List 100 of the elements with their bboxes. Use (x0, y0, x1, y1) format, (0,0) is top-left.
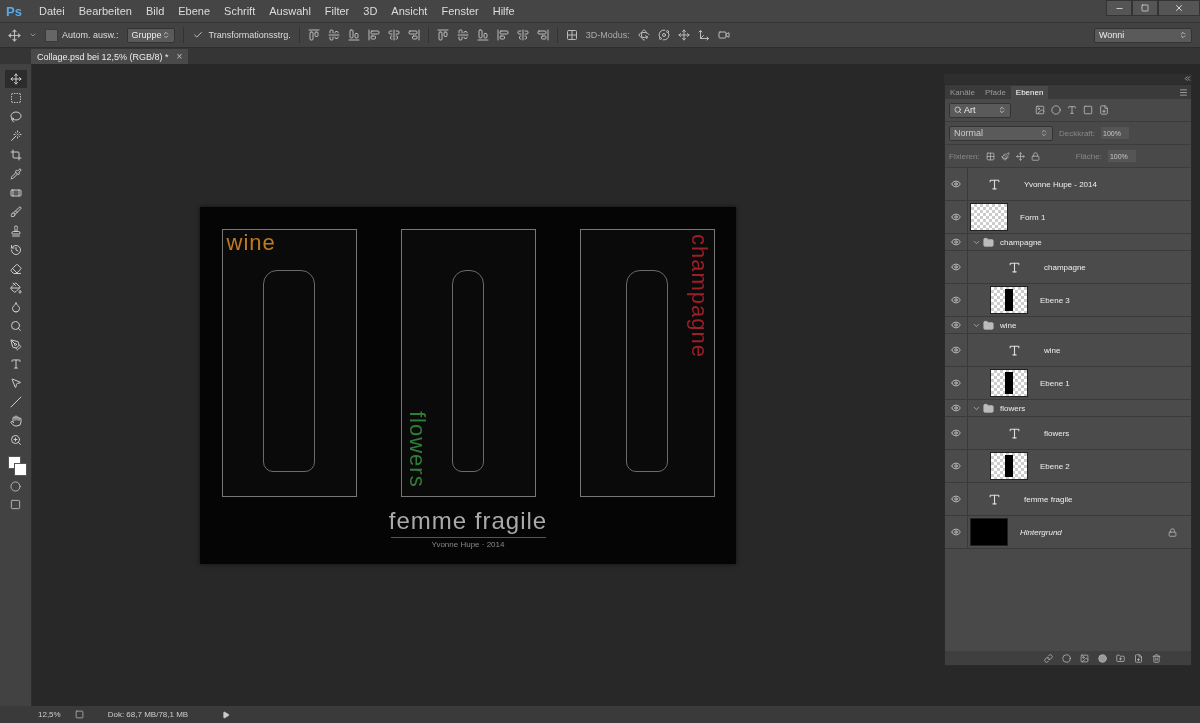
close-tab-button[interactable]: × (176, 51, 183, 62)
close-icon (1174, 3, 1184, 13)
shape-filter-icon[interactable] (1083, 105, 1093, 115)
layer-thumbnail (990, 452, 1028, 480)
panel-menu-icon[interactable] (1179, 87, 1188, 97)
layer-row[interactable]: Ebene 1 (945, 367, 1191, 400)
collage-title: femme fragile (388, 506, 548, 535)
lock-transparency-icon[interactable] (985, 151, 995, 161)
orbit-icon[interactable] (657, 29, 670, 41)
screen-mode-icon[interactable] (10, 499, 21, 510)
layer-row[interactable]: Hintergrund (945, 516, 1191, 549)
folder-icon (983, 236, 994, 248)
layer-row[interactable]: Ebene 3 (945, 284, 1191, 317)
smart-object-filter-icon[interactable] (1099, 105, 1109, 115)
workspace-select[interactable]: Wonni (1094, 27, 1192, 43)
menu-item[interactable]: Auswahl (262, 5, 318, 17)
layer-row[interactable]: champagne (945, 234, 1191, 251)
slide-3d-icon[interactable] (697, 29, 710, 41)
auto-align-icon[interactable] (565, 29, 578, 41)
lock-paint-icon[interactable] (1000, 151, 1010, 161)
transform-checkbox[interactable]: Transformationsstrg. (191, 28, 291, 42)
blend-mode-select[interactable]: Normal (949, 125, 1053, 141)
menu-item[interactable]: Filter (317, 5, 357, 17)
filter-select[interactable]: Art (949, 102, 1011, 118)
move-tool-icon[interactable] (4, 70, 27, 88)
checkmark-icon (193, 30, 204, 40)
layer-name: Yvonne Hupe - 2014 (1024, 179, 1097, 189)
panel-caption: flowers (403, 410, 430, 488)
panel-caption: wine (226, 229, 276, 256)
align-icon[interactable] (327, 29, 340, 41)
panel-tab[interactable]: Ebenen (1010, 86, 1049, 99)
rotate-3d-icon[interactable] (637, 29, 650, 41)
spinner-arrows-icon (998, 106, 1006, 114)
layer-row[interactable]: wine (945, 334, 1191, 367)
align-icon[interactable] (407, 29, 420, 41)
distribute-icon[interactable] (536, 29, 549, 41)
layer-row[interactable]: Ebene 2 (945, 450, 1191, 483)
text-layer-icon (1007, 343, 1021, 357)
layer-thumbnail (990, 369, 1028, 397)
quick-mask-icon[interactable] (10, 481, 21, 492)
distribute-icon[interactable] (456, 29, 469, 41)
layer-row[interactable]: champagne (945, 251, 1191, 284)
auto-select-checkbox[interactable]: Autom. ausw.: (45, 28, 119, 42)
distribute-icon[interactable] (516, 29, 529, 41)
menu-item[interactable]: Fenster (434, 5, 486, 17)
layer-row[interactable]: Yvonne Hupe - 2014 (945, 168, 1191, 201)
target-select[interactable]: Gruppe (126, 27, 175, 43)
menu-item[interactable]: Ansicht (384, 5, 435, 17)
adjustment-icon[interactable] (1098, 653, 1107, 663)
image-filter-icon[interactable] (1035, 105, 1045, 115)
layer-name: Hintergrund (1020, 527, 1062, 537)
lock-position-icon[interactable] (1015, 151, 1025, 161)
adjustment-filter-icon[interactable] (1051, 105, 1061, 115)
layer-name: Ebene 1 (1040, 378, 1070, 388)
link-icon[interactable] (1044, 653, 1053, 663)
caret-icon[interactable] (29, 31, 37, 39)
new-layer-icon[interactable] (1134, 653, 1143, 663)
layer-name: champagne (1000, 237, 1042, 247)
layer-name: Form 1 (1020, 212, 1046, 222)
collage-subtitle: Yvonne Hupe · 2014 (431, 539, 505, 549)
menu-item[interactable]: Schrift (217, 5, 263, 17)
color-swatches[interactable] (5, 454, 26, 476)
panel-tab[interactable]: Kanäle (945, 86, 980, 99)
panel-caption: champagne (685, 233, 712, 358)
camera-icon[interactable] (717, 29, 730, 41)
layer-row[interactable]: flowers (945, 400, 1191, 417)
layer-row[interactable]: femme fragile (945, 483, 1191, 516)
layer-row[interactable]: wine (945, 317, 1191, 334)
align-icon[interactable] (367, 29, 380, 41)
align-icon[interactable] (307, 29, 320, 41)
menu-item[interactable]: Ebene (171, 5, 218, 17)
text-layer-icon (1007, 260, 1021, 274)
layer-name: wine (1000, 320, 1017, 330)
distribute-icon[interactable] (476, 29, 489, 41)
menu-item[interactable]: Datei (32, 5, 72, 17)
mask-icon[interactable] (1080, 653, 1089, 663)
align-icon[interactable] (387, 29, 400, 41)
align-icon[interactable] (347, 29, 360, 41)
panel-tab[interactable]: Pfade (979, 86, 1011, 99)
type-filter-icon[interactable] (1067, 105, 1077, 115)
layer-row[interactable]: flowers (945, 417, 1191, 450)
layer-name: champagne (1044, 262, 1086, 272)
document-tab[interactable]: Collage.psd bei 12,5% (RGB/8) * × (31, 49, 189, 64)
menu-item[interactable]: 3D (356, 5, 385, 17)
menu-item[interactable]: Bearbeiten (71, 5, 139, 17)
trash-icon[interactable] (1152, 653, 1161, 663)
move-tool-icon[interactable] (8, 28, 21, 42)
collapse-icon[interactable] (1183, 74, 1192, 84)
layer-row[interactable]: Form 1 (945, 201, 1191, 234)
distribute-icon[interactable] (436, 29, 449, 41)
distribute-icon[interactable] (496, 29, 509, 41)
layer-name: flowers (1044, 428, 1070, 438)
move-3d-icon[interactable] (677, 29, 690, 41)
folder-icon (983, 402, 994, 414)
new-group-icon[interactable] (1116, 653, 1125, 663)
maximize-button[interactable] (1132, 0, 1158, 16)
play-icon[interactable] (222, 710, 231, 719)
lock-icon[interactable] (1030, 151, 1040, 161)
menu-item[interactable]: Bild (138, 5, 172, 17)
menu-item[interactable]: Hilfe (485, 5, 522, 17)
